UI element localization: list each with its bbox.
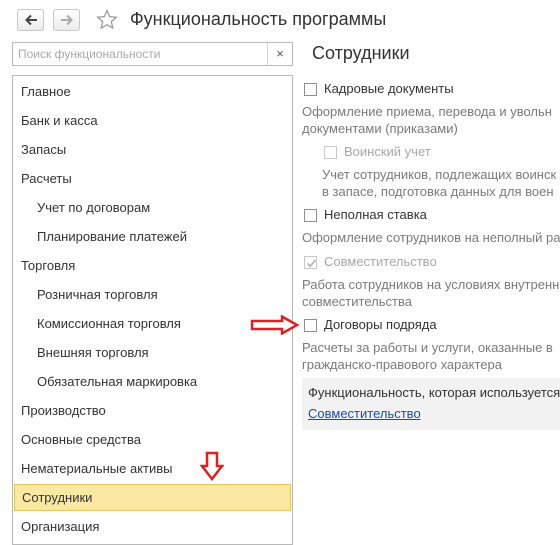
sidebar-item-intangible-assets[interactable]: Нематериальные активы xyxy=(13,455,292,482)
search-box: × xyxy=(12,42,293,66)
hr-documents-checkbox[interactable] xyxy=(304,83,317,96)
sidebar-item-labeling[interactable]: Обязательная маркировка xyxy=(13,368,292,395)
sidebar-item-organization[interactable]: Организация xyxy=(13,513,292,540)
clear-search-button[interactable]: × xyxy=(267,43,292,65)
search-input[interactable] xyxy=(13,43,268,65)
sidebar-item-bank[interactable]: Банк и касса xyxy=(13,107,292,134)
contracts-description-line2: гражданско-правового характера xyxy=(302,357,502,372)
hr-documents-label[interactable]: Кадровые документы xyxy=(324,81,454,96)
hr-documents-description-line2: документами (приказами) xyxy=(302,121,458,136)
sidebar-item-inventory[interactable]: Запасы xyxy=(13,136,292,163)
window-header: Функциональность программы xyxy=(0,0,560,40)
arrow-right-icon xyxy=(61,14,73,26)
part-time-rate-label[interactable]: Неполная ставка xyxy=(324,207,427,222)
arrow-left-icon xyxy=(25,14,37,26)
sidebar-item-main[interactable]: Главное xyxy=(13,78,292,105)
annotation-arrow-right-icon xyxy=(250,315,300,335)
sidebar-item-contract-accounting[interactable]: Учет по договорам xyxy=(13,194,292,221)
contracts-description-line1: Расчеты за работы и услуги, оказанные в xyxy=(302,340,553,355)
sidebar-item-settlements[interactable]: Расчеты xyxy=(13,165,292,192)
sidebar-item-fixed-assets[interactable]: Основные средства xyxy=(13,426,292,453)
military-records-description-line2: в запасе, подготовка данных для воен xyxy=(322,184,554,199)
combined-job-link[interactable]: Совместительство xyxy=(308,406,421,421)
combined-job-label[interactable]: Совместительство xyxy=(324,254,437,269)
combined-job-description-line1: Работа сотрудников на условиях внутренн xyxy=(302,277,560,292)
used-functionality-panel: Функциональность, которая используется С… xyxy=(302,378,560,430)
sidebar-item-production[interactable]: Производство xyxy=(13,397,292,424)
back-button[interactable] xyxy=(17,9,44,31)
sidebar-item-trade[interactable]: Торговля xyxy=(13,252,292,279)
favorite-star-icon[interactable] xyxy=(96,9,118,30)
annotation-arrow-down-icon xyxy=(200,451,224,481)
contracts-checkbox[interactable] xyxy=(304,319,317,332)
sections-list: Главное Банк и касса Запасы Расчеты Учет… xyxy=(12,75,293,545)
combined-job-checkbox[interactable] xyxy=(304,256,317,269)
combined-job-description-line2: совместительства xyxy=(302,294,412,309)
sidebar-item-foreign-trade[interactable]: Внешняя торговля xyxy=(13,339,292,366)
checkmark-icon xyxy=(306,259,317,268)
military-records-description-line1: Учет сотрудников, подлежащих воинск xyxy=(322,167,557,182)
used-functionality-text: Функциональность, которая используется xyxy=(308,385,560,400)
sidebar-item-retail[interactable]: Розничная торговля xyxy=(13,281,292,308)
military-records-checkbox[interactable] xyxy=(324,146,337,159)
forward-button[interactable] xyxy=(53,9,80,31)
hr-documents-description-line1: Оформление приема, перевода и увольн xyxy=(302,104,552,119)
window-title: Функциональность программы xyxy=(130,9,387,29)
military-records-label[interactable]: Воинский учет xyxy=(344,144,431,159)
part-time-rate-checkbox[interactable] xyxy=(304,209,317,222)
sidebar-item-employees[interactable]: Сотрудники xyxy=(14,484,291,511)
part-time-rate-description: Оформление сотрудников на неполный ра xyxy=(302,230,560,245)
section-title: Сотрудники xyxy=(312,43,410,63)
contracts-label[interactable]: Договоры подряда xyxy=(324,317,437,332)
sidebar-item-payment-planning[interactable]: Планирование платежей xyxy=(13,223,292,250)
